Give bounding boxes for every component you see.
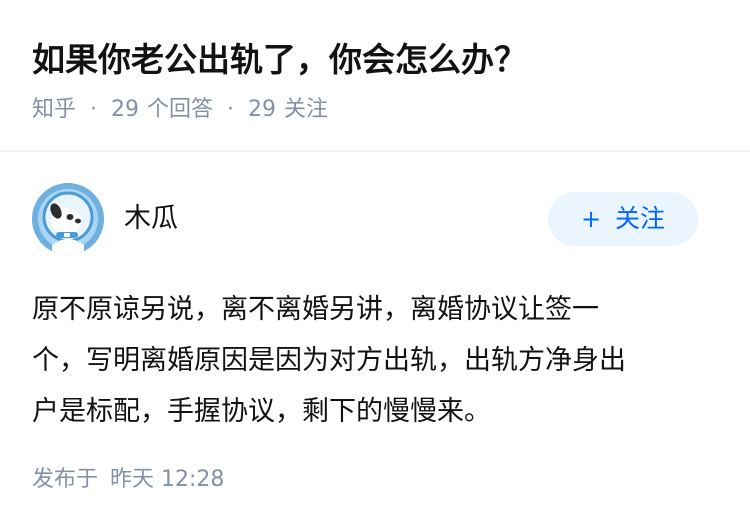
avatar[interactable] bbox=[32, 183, 104, 255]
published-time: 昨天 12:28 bbox=[110, 467, 225, 492]
followers-label: 关注 bbox=[284, 97, 329, 122]
plus-icon: + bbox=[580, 205, 602, 233]
follow-button-label: 关注 bbox=[615, 204, 666, 233]
question-meta: 知乎 · 29 个回答 · 29 关注 bbox=[32, 90, 718, 130]
question-title[interactable]: 如果你老公出轨了，你会怎么办？ bbox=[32, 34, 718, 86]
publish-time: 发布于 昨天 12:28 bbox=[32, 460, 224, 500]
section-divider bbox=[0, 150, 750, 152]
answer-line: 个，写明离婚原因是因为对方出轨，出轨方净身出 bbox=[32, 345, 626, 376]
zhihu-answer-page: 如果你老公出轨了，你会怎么办？ 知乎 · 29 个回答 · 29 关注 木瓜 +… bbox=[0, 0, 750, 530]
answer-content[interactable]: 原不原谅另说，离不离婚另讲，离婚协议让签一 个，写明离婚原因是因为对方出轨，出轨… bbox=[32, 284, 722, 437]
followers-count: 29 bbox=[248, 97, 277, 122]
answers-label: 个回答 bbox=[147, 97, 214, 122]
cartoon-dog-avatar-icon bbox=[32, 183, 104, 255]
answer-line: 户是标配，手握协议，剩下的慢慢来。 bbox=[32, 396, 491, 427]
question-header: 如果你老公出轨了，你会怎么办？ 知乎 · 29 个回答 · 29 关注 bbox=[32, 34, 718, 130]
author-row: 木瓜 + 关注 bbox=[32, 183, 698, 255]
source-label[interactable]: 知乎 bbox=[32, 97, 76, 122]
published-label: 发布于 bbox=[32, 467, 99, 492]
meta-separator: · bbox=[227, 97, 235, 122]
answer-line: 原不原谅另说，离不离婚另讲，离婚协议让签一 bbox=[32, 294, 599, 325]
meta-separator: · bbox=[90, 97, 98, 122]
follow-button[interactable]: + 关注 bbox=[548, 192, 698, 246]
author-name[interactable]: 木瓜 bbox=[124, 199, 178, 239]
answers-count: 29 bbox=[111, 97, 140, 122]
